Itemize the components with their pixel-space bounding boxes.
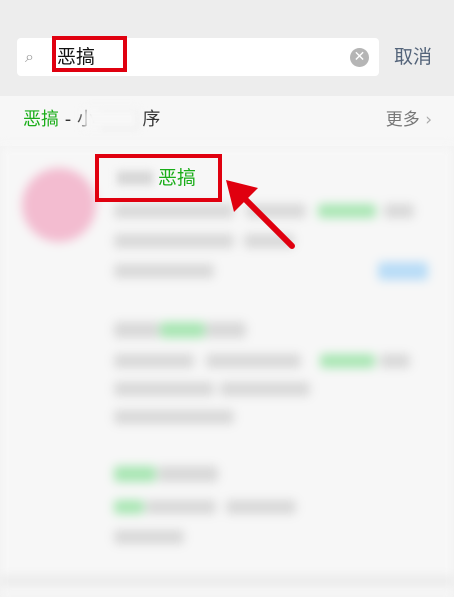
blurred-highlight	[320, 354, 375, 368]
more-link[interactable]: 更多 ›	[386, 108, 432, 132]
blurred-line	[114, 410, 234, 424]
blurred-results-list	[0, 146, 454, 597]
search-icon: ⌕	[25, 47, 34, 66]
blurred-line	[114, 382, 214, 396]
blurred-line	[244, 234, 294, 248]
blurred-line	[158, 466, 218, 482]
blurred-line	[246, 204, 306, 218]
blurred-line	[206, 354, 301, 368]
blurred-highlight	[160, 322, 205, 338]
blurred-line	[114, 234, 234, 248]
blurred-line	[114, 530, 184, 544]
blurred-line	[384, 204, 414, 218]
blurred-line	[380, 354, 410, 368]
avatar	[22, 168, 96, 242]
blurred-line	[114, 354, 194, 368]
chevron-right-icon: ›	[425, 110, 432, 130]
blurred-highlight	[114, 500, 144, 514]
highlight-box-result	[95, 154, 222, 202]
blurred-line	[206, 322, 246, 338]
cancel-button[interactable]: 取消	[394, 43, 432, 71]
blurred-line	[226, 500, 296, 514]
blurred-highlight	[318, 204, 376, 218]
blurred-divider	[0, 576, 454, 586]
clear-icon[interactable]: ✕	[350, 48, 369, 67]
blurred-line	[114, 322, 159, 338]
blurred-line	[114, 264, 214, 278]
mini-program-section-header: 恶搞 - 小 序 更多 ›	[0, 96, 454, 146]
section-keyword: 恶搞	[23, 109, 59, 130]
blurred-line	[114, 204, 234, 218]
blurred-line	[146, 500, 216, 514]
section-title-suffix: 序	[142, 109, 161, 130]
blurred-text	[83, 108, 139, 130]
blurred-badge	[378, 262, 428, 280]
more-label: 更多	[385, 110, 420, 130]
blurred-highlight	[114, 466, 156, 482]
blurred-line	[220, 382, 310, 396]
highlight-box-query	[52, 36, 127, 72]
